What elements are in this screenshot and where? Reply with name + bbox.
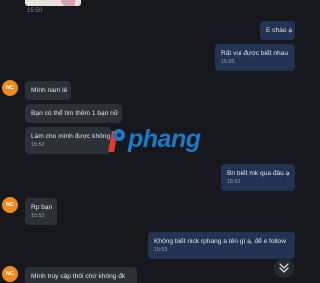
avatar[interactable]: NC xyxy=(2,197,18,213)
avatar[interactable]: NC xyxy=(2,80,18,96)
watermark-text: phang xyxy=(128,124,201,153)
avatar[interactable]: NC xyxy=(2,266,18,282)
message-bubble-outgoing[interactable]: Không biết nick rphang a tên gì ạ, để e … xyxy=(148,232,295,259)
message-time: 15:50 xyxy=(221,59,235,65)
message-text: Mình nam lê xyxy=(31,87,68,94)
shared-image-thumbnail[interactable] xyxy=(25,0,81,6)
scroll-to-bottom-button[interactable] xyxy=(274,258,294,278)
message-time: 15:52 xyxy=(227,179,241,185)
message-bubble-incoming[interactable]: Mình truy cập thôi chứ không đk xyxy=(25,267,137,283)
message-bubble-incoming[interactable]: Làm cho mình được không 15:52 xyxy=(25,127,111,154)
chat-view: 15:50 E chào ạ Rất vui được biết nhau 15… xyxy=(0,0,300,283)
message-text: Bn biết mk qua đâu ạ xyxy=(227,170,290,177)
message-time: 15:53 xyxy=(154,247,168,253)
message-time: 15:52 xyxy=(31,213,45,219)
message-bubble-incoming[interactable]: Rp bạn 15:52 xyxy=(25,198,57,225)
message-text: Rất vui được biết nhau xyxy=(221,50,289,57)
message-text: Làm cho mình được không xyxy=(31,133,111,140)
message-bubble-incoming[interactable]: Bạn có thể tìm thêm 1 bạn nữ xyxy=(25,104,122,123)
message-bubble-outgoing[interactable]: Bn biết mk qua đâu ạ 15:52 xyxy=(221,164,295,191)
message-time: 15:50 xyxy=(27,8,43,14)
message-text: Rp bạn xyxy=(31,204,53,211)
r-logo-icon xyxy=(108,126,127,153)
rphang-watermark-logo: phang xyxy=(108,124,201,154)
message-text: E chào ạ xyxy=(266,27,293,34)
message-bubble-outgoing[interactable]: Rất vui được biết nhau 15:50 xyxy=(215,44,295,71)
message-time: 15:52 xyxy=(31,142,45,148)
message-text: Bạn có thể tìm thêm 1 bạn nữ xyxy=(31,110,119,117)
double-chevron-down-icon xyxy=(279,263,289,273)
message-bubble-incoming[interactable]: Mình nam lê xyxy=(25,81,71,100)
message-text: Mình truy cập thôi chứ không đk xyxy=(31,273,126,280)
message-text: Không biết nick rphang a tên gì ạ, để e … xyxy=(154,238,286,245)
message-bubble-outgoing[interactable]: E chào ạ xyxy=(260,21,295,40)
